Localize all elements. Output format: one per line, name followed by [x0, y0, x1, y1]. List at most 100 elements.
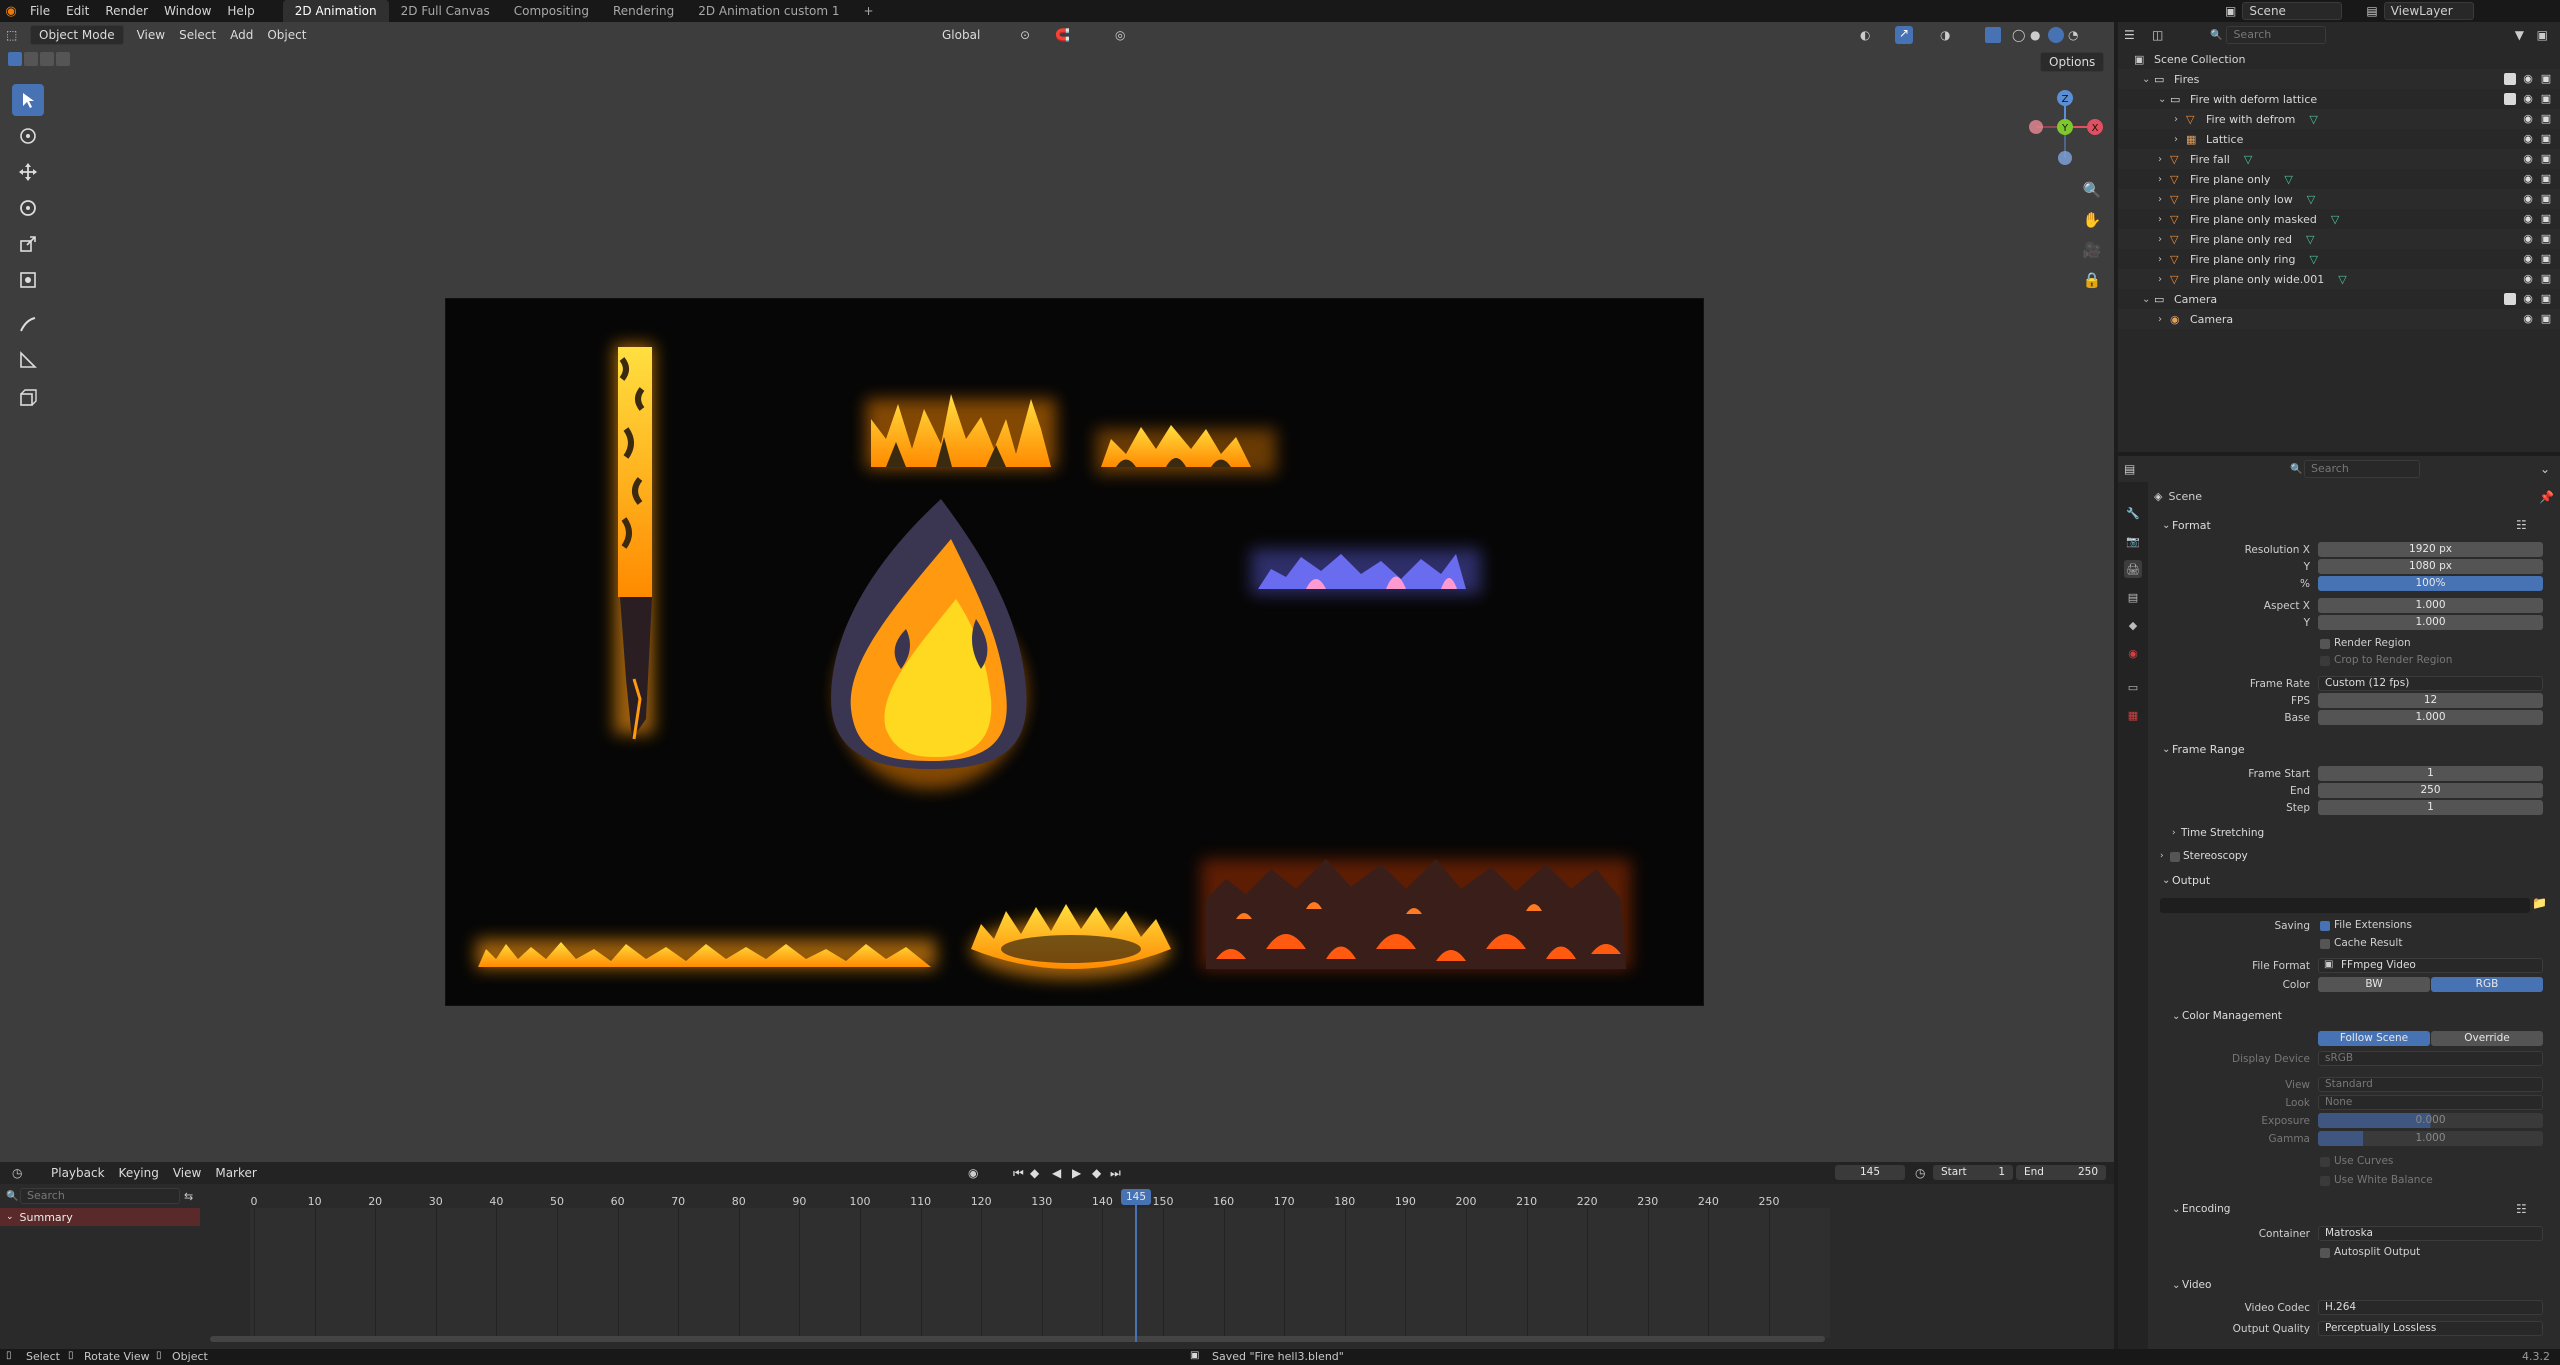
- visibility-icon[interactable]: ◐: [1860, 28, 1870, 42]
- eye-icon[interactable]: ◉: [2522, 193, 2534, 205]
- camera-render-icon[interactable]: ▣: [2540, 173, 2552, 185]
- color-management-panel-header[interactable]: Color Management: [2182, 1010, 2282, 1022]
- tab-rendering[interactable]: Rendering: [601, 0, 686, 22]
- scene-icon[interactable]: ▣: [2225, 4, 2236, 18]
- outliner-row[interactable]: › ▽ Fire plane only wide.001 ▽ ◉ ▣: [2118, 269, 2560, 289]
- video-collapse-icon[interactable]: ⌄: [2172, 1280, 2180, 1291]
- annotate-tool[interactable]: [12, 308, 44, 340]
- frame-range-panel-header[interactable]: Frame Range: [2172, 743, 2245, 756]
- menu-file[interactable]: File: [22, 0, 58, 22]
- scene-selector[interactable]: Scene: [2242, 2, 2343, 20]
- stereoscopy-checkbox[interactable]: [2170, 852, 2180, 862]
- video-codec-dropdown[interactable]: H.264: [2318, 1300, 2543, 1315]
- eye-icon[interactable]: ◉: [2522, 293, 2534, 305]
- select-invert-icon[interactable]: [56, 52, 70, 66]
- time-stretching-subpanel[interactable]: Time Stretching: [2181, 827, 2264, 839]
- render-tab-icon[interactable]: 📷: [2124, 532, 2142, 550]
- expand-arrow-icon[interactable]: ›: [2158, 274, 2170, 285]
- eye-icon[interactable]: ◉: [2522, 153, 2534, 165]
- frame-range-collapse-icon[interactable]: ⌄: [2162, 744, 2170, 755]
- properties-editor-icon[interactable]: ▤: [2124, 462, 2135, 476]
- summary-expand-icon[interactable]: ⌄: [6, 1212, 14, 1222]
- camera-render-icon[interactable]: ▣: [2540, 273, 2552, 285]
- encoding-panel-header[interactable]: Encoding: [2182, 1203, 2230, 1215]
- outliner-row[interactable]: › ▦ Lattice ◉ ▣: [2118, 129, 2560, 149]
- view-layer-tab-icon[interactable]: ▤: [2124, 588, 2142, 606]
- menu-select[interactable]: Select: [172, 25, 223, 45]
- lock-icon[interactable]: 🔒: [2080, 268, 2104, 292]
- menu-keying[interactable]: Keying: [112, 1163, 166, 1183]
- play-icon[interactable]: ▶: [1072, 1166, 1081, 1180]
- color-bw-button[interactable]: BW: [2318, 977, 2430, 992]
- eye-icon[interactable]: ◉: [2522, 113, 2534, 125]
- playhead-line[interactable]: [1135, 1194, 1137, 1342]
- file-format-dropdown[interactable]: FFmpeg Video: [2318, 958, 2543, 973]
- outliner-row[interactable]: › ▽ Fire plane only ring ▽ ◉ ▣: [2118, 249, 2560, 269]
- follow-scene-button[interactable]: Follow Scene: [2318, 1031, 2430, 1046]
- time-stretching-expand-icon[interactable]: ›: [2172, 828, 2176, 838]
- output-collapse-icon[interactable]: ⌄: [2162, 875, 2170, 886]
- options-dropdown[interactable]: Options: [2040, 52, 2105, 72]
- snap-icon[interactable]: 🧲: [1055, 28, 1070, 42]
- outliner-row[interactable]: › ▽ Fire plane only masked ▽ ◉ ▣: [2118, 209, 2560, 229]
- expand-arrow-icon[interactable]: ›: [2158, 214, 2170, 225]
- outliner-search-input[interactable]: Search: [2226, 26, 2327, 44]
- menu-render[interactable]: Render: [97, 0, 156, 22]
- eye-icon[interactable]: ◉: [2522, 253, 2534, 265]
- encoding-collapse-icon[interactable]: ⌄: [2172, 1204, 2180, 1215]
- eye-icon[interactable]: ◉: [2522, 233, 2534, 245]
- camera-render-icon[interactable]: ▣: [2540, 253, 2552, 265]
- keyframe-area[interactable]: [250, 1208, 1830, 1338]
- tool-tab-icon[interactable]: 🔧: [2124, 504, 2142, 522]
- pan-icon[interactable]: ✋: [2080, 208, 2104, 232]
- cache-result-checkbox[interactable]: [2320, 939, 2330, 949]
- outliner-row[interactable]: ⌄ ▭ Camera ◉ ▣: [2118, 289, 2560, 309]
- swap-icon[interactable]: ⇆: [184, 1190, 193, 1203]
- blender-logo-icon[interactable]: ◉: [0, 4, 22, 19]
- output-tab-icon[interactable]: 🖨: [2124, 560, 2142, 578]
- menu-edit[interactable]: Edit: [58, 0, 97, 22]
- select-box-tool[interactable]: [12, 84, 44, 116]
- video-panel-header[interactable]: Video: [2182, 1279, 2211, 1291]
- format-presets-icon[interactable]: ☷: [2516, 518, 2527, 532]
- camera-render-icon[interactable]: ▣: [2540, 93, 2552, 105]
- stereoscopy-expand-icon[interactable]: ›: [2160, 851, 2164, 861]
- menu-playback[interactable]: Playback: [44, 1163, 112, 1183]
- eye-icon[interactable]: ◉: [2522, 273, 2534, 285]
- frame-rate-dropdown[interactable]: Custom (12 fps): [2318, 676, 2543, 691]
- camera-render-icon[interactable]: ▣: [2540, 213, 2552, 225]
- mode-dropdown[interactable]: Object Mode: [30, 25, 124, 45]
- timeline-scrollbar[interactable]: [210, 1336, 1825, 1342]
- scale-tool[interactable]: [12, 228, 44, 260]
- outliner-row[interactable]: › ◉ Camera ◉ ▣: [2118, 309, 2560, 329]
- measure-tool[interactable]: [12, 344, 44, 376]
- rotate-tool[interactable]: [12, 192, 44, 224]
- frame-step-field[interactable]: 1: [2318, 800, 2543, 815]
- outliner-editor-icon[interactable]: ☰: [2124, 28, 2146, 42]
- move-tool[interactable]: [12, 156, 44, 188]
- scene-collection-row[interactable]: ▣ Scene Collection: [2118, 49, 2560, 69]
- exclude-checkbox[interactable]: [2504, 93, 2516, 105]
- end-frame-field[interactable]: End 250: [2016, 1165, 2106, 1180]
- outliner-row[interactable]: › ▽ Fire with defrom ▽ ◉ ▣: [2118, 109, 2560, 129]
- view-layer-selector[interactable]: ViewLayer: [2383, 2, 2474, 20]
- pivot-icon[interactable]: ⊙: [1020, 28, 1030, 42]
- format-panel-header[interactable]: Format: [2172, 519, 2211, 532]
- expand-arrow-icon[interactable]: ›: [2158, 314, 2170, 325]
- jump-start-icon[interactable]: ⏮: [1013, 1166, 1024, 1181]
- camera-render-icon[interactable]: ▣: [2540, 293, 2552, 305]
- resolution-pct-slider[interactable]: 100%: [2318, 576, 2543, 591]
- outliner-row[interactable]: › ▽ Fire plane only low ▽ ◉ ▣: [2118, 189, 2560, 209]
- view-layer-icon[interactable]: ▤: [2366, 4, 2377, 18]
- eye-icon[interactable]: ◉: [2522, 313, 2534, 325]
- camera-render-icon[interactable]: ▣: [2540, 73, 2552, 85]
- render-region-checkbox[interactable]: [2320, 639, 2330, 649]
- select-new-icon[interactable]: [8, 52, 22, 66]
- menu-view[interactable]: View: [130, 25, 172, 45]
- output-panel-header[interactable]: Output: [2172, 874, 2210, 887]
- expand-arrow-icon[interactable]: ›: [2158, 194, 2170, 205]
- crop-region-checkbox[interactable]: [2320, 656, 2330, 666]
- camera-render-icon[interactable]: ▣: [2540, 113, 2552, 125]
- jump-keyframe-back-icon[interactable]: ◆: [1030, 1166, 1039, 1180]
- outliner-row[interactable]: ⌄ ▭ Fire with deform lattice ◉ ▣: [2118, 89, 2560, 109]
